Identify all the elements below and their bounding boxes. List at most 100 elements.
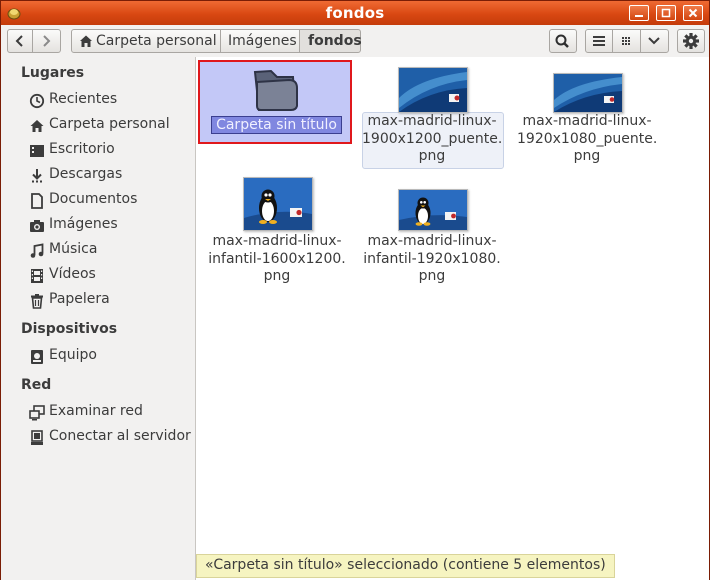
- settings-button[interactable]: [677, 29, 705, 53]
- grid-icon: [622, 37, 630, 45]
- sidebar: Lugares Recientes Carpeta personal Escri…: [1, 57, 195, 580]
- gear-icon: [683, 33, 699, 49]
- file-name-line: max-madrid-linux-: [367, 113, 497, 129]
- file-name-line: max-madrid-linux-: [212, 233, 342, 249]
- file-name-line: 1900x1200_puente.: [362, 130, 503, 147]
- sidebar-item-label: Imágenes: [49, 216, 118, 232]
- chevron-left-icon: [15, 35, 23, 47]
- image-thumbnail: [243, 177, 313, 231]
- sidebar-section-network: Red: [21, 377, 52, 393]
- file-name-line: png: [573, 148, 601, 164]
- sidebar-item-browse-network[interactable]: Examinar red: [29, 402, 194, 424]
- file-name-line: max-madrid-linux-: [367, 233, 497, 249]
- maximize-icon: [661, 8, 671, 18]
- penguin-wallpaper-icon: [399, 190, 467, 230]
- computer-icon: [31, 350, 43, 364]
- sidebar-item-pictures[interactable]: Imágenes: [29, 215, 194, 237]
- sidebar-item-label: Descargas: [49, 166, 123, 182]
- sidebar-section-devices: Dispositivos: [21, 321, 118, 337]
- search-icon: [555, 34, 569, 48]
- file-name-line: infantil-1920x1080.: [363, 250, 501, 267]
- sidebar-item-label: Papelera: [49, 291, 110, 307]
- minimize-icon: [635, 15, 643, 17]
- file-name-line: max-madrid-linux-: [522, 113, 652, 129]
- path-images-label: Imágenes: [228, 33, 297, 49]
- file-view[interactable]: Carpeta sin título max-madrid-linux- 190…: [196, 57, 709, 580]
- sidebar-item-label: Recientes: [49, 91, 118, 107]
- sidebar-item-music[interactable]: Música: [29, 240, 194, 262]
- server-icon: [31, 430, 43, 445]
- toolbar: Carpeta personal Imágenes fondos: [1, 25, 709, 57]
- trash-icon: [31, 294, 43, 309]
- network-icon: [29, 405, 45, 421]
- file-name-line: png: [418, 148, 446, 164]
- sidebar-item-recent[interactable]: Recientes: [29, 90, 194, 112]
- camera-icon: [30, 220, 44, 232]
- folder-icon: [253, 69, 298, 112]
- penguin-wallpaper-icon: [244, 178, 312, 230]
- rename-field[interactable]: Carpeta sin título: [211, 116, 342, 134]
- file-item-folder[interactable]: Carpeta sin título: [198, 60, 352, 144]
- chevron-right-icon: [43, 35, 51, 47]
- sidebar-item-videos[interactable]: Vídeos: [29, 265, 194, 287]
- list-view-button[interactable]: [585, 29, 613, 53]
- home-icon: [80, 35, 92, 47]
- sidebar-item-trash[interactable]: Papelera: [29, 290, 194, 312]
- film-icon: [31, 269, 43, 283]
- image-thumbnail: [398, 67, 468, 113]
- image-thumbnail: [553, 73, 623, 113]
- file-name-line: infantil-1600x1200.: [208, 250, 346, 267]
- file-item-image[interactable]: max-madrid-linux- 1920x1080_puente. png: [517, 67, 657, 167]
- forward-button[interactable]: [32, 29, 61, 53]
- rename-field-value: Carpeta sin título: [216, 117, 337, 133]
- view-options-button[interactable]: [640, 29, 669, 53]
- chevron-down-icon: [648, 37, 660, 45]
- window-title: fondos: [325, 4, 385, 22]
- sidebar-item-label: Música: [49, 241, 98, 257]
- grid-view-button[interactable]: [612, 29, 641, 53]
- sidebar-item-label: Documentos: [49, 191, 138, 207]
- file-item-image[interactable]: max-madrid-linux- infantil-1920x1080. pn…: [362, 187, 502, 287]
- file-item-image[interactable]: max-madrid-linux- infantil-1600x1200. pn…: [207, 177, 347, 287]
- wallpaper-wave-icon: [554, 74, 622, 112]
- wallpaper-wave-icon: [399, 68, 467, 112]
- title-bar[interactable]: fondos: [1, 1, 709, 25]
- status-text: «Carpeta sin título» seleccionado (conti…: [205, 557, 606, 573]
- sidebar-item-documents[interactable]: Documentos: [29, 190, 194, 212]
- sidebar-item-computer[interactable]: Equipo: [29, 346, 194, 368]
- path-home-button[interactable]: Carpeta personal: [71, 29, 221, 53]
- file-name-line: png: [418, 268, 446, 284]
- path-images-button[interactable]: Imágenes: [220, 29, 300, 53]
- file-item-image[interactable]: max-madrid-linux- 1900x1200_puente. png: [362, 67, 504, 169]
- file-name-line: 1920x1080_puente.: [517, 130, 658, 147]
- maximize-button[interactable]: [656, 5, 676, 21]
- download-icon: [32, 169, 42, 183]
- music-icon: [30, 243, 44, 258]
- close-icon: [688, 8, 698, 18]
- status-bar: «Carpeta sin título» seleccionado (conti…: [196, 554, 615, 578]
- list-icon: [593, 36, 605, 46]
- sidebar-item-downloads[interactable]: Descargas: [29, 165, 194, 187]
- sidebar-item-label: Carpeta personal: [49, 116, 170, 132]
- sidebar-item-label: Examinar red: [49, 403, 143, 419]
- home-icon: [30, 120, 44, 132]
- image-thumbnail: [398, 189, 468, 231]
- desktop-icon: [30, 145, 44, 157]
- sidebar-item-home[interactable]: Carpeta personal: [29, 115, 194, 137]
- document-icon: [31, 193, 43, 209]
- path-current-button[interactable]: fondos: [299, 29, 362, 53]
- sidebar-item-desktop[interactable]: Escritorio: [29, 140, 194, 162]
- file-name-line: png: [263, 268, 291, 284]
- path-home-label: Carpeta personal: [96, 33, 217, 49]
- sidebar-item-label: Vídeos: [49, 266, 96, 282]
- sidebar-item-connect-server[interactable]: Conectar al servidor: [29, 427, 194, 449]
- sidebar-item-label: Escritorio: [49, 141, 115, 157]
- minimize-button[interactable]: [629, 5, 649, 21]
- file-manager-window: fondos Carpeta personal Imágenes fondos …: [0, 0, 710, 580]
- search-button[interactable]: [549, 29, 577, 53]
- close-button[interactable]: [683, 5, 703, 21]
- clock-icon: [29, 93, 45, 109]
- path-current-label: fondos: [308, 33, 362, 49]
- back-button[interactable]: [7, 29, 33, 53]
- sidebar-section-places: Lugares: [21, 65, 85, 81]
